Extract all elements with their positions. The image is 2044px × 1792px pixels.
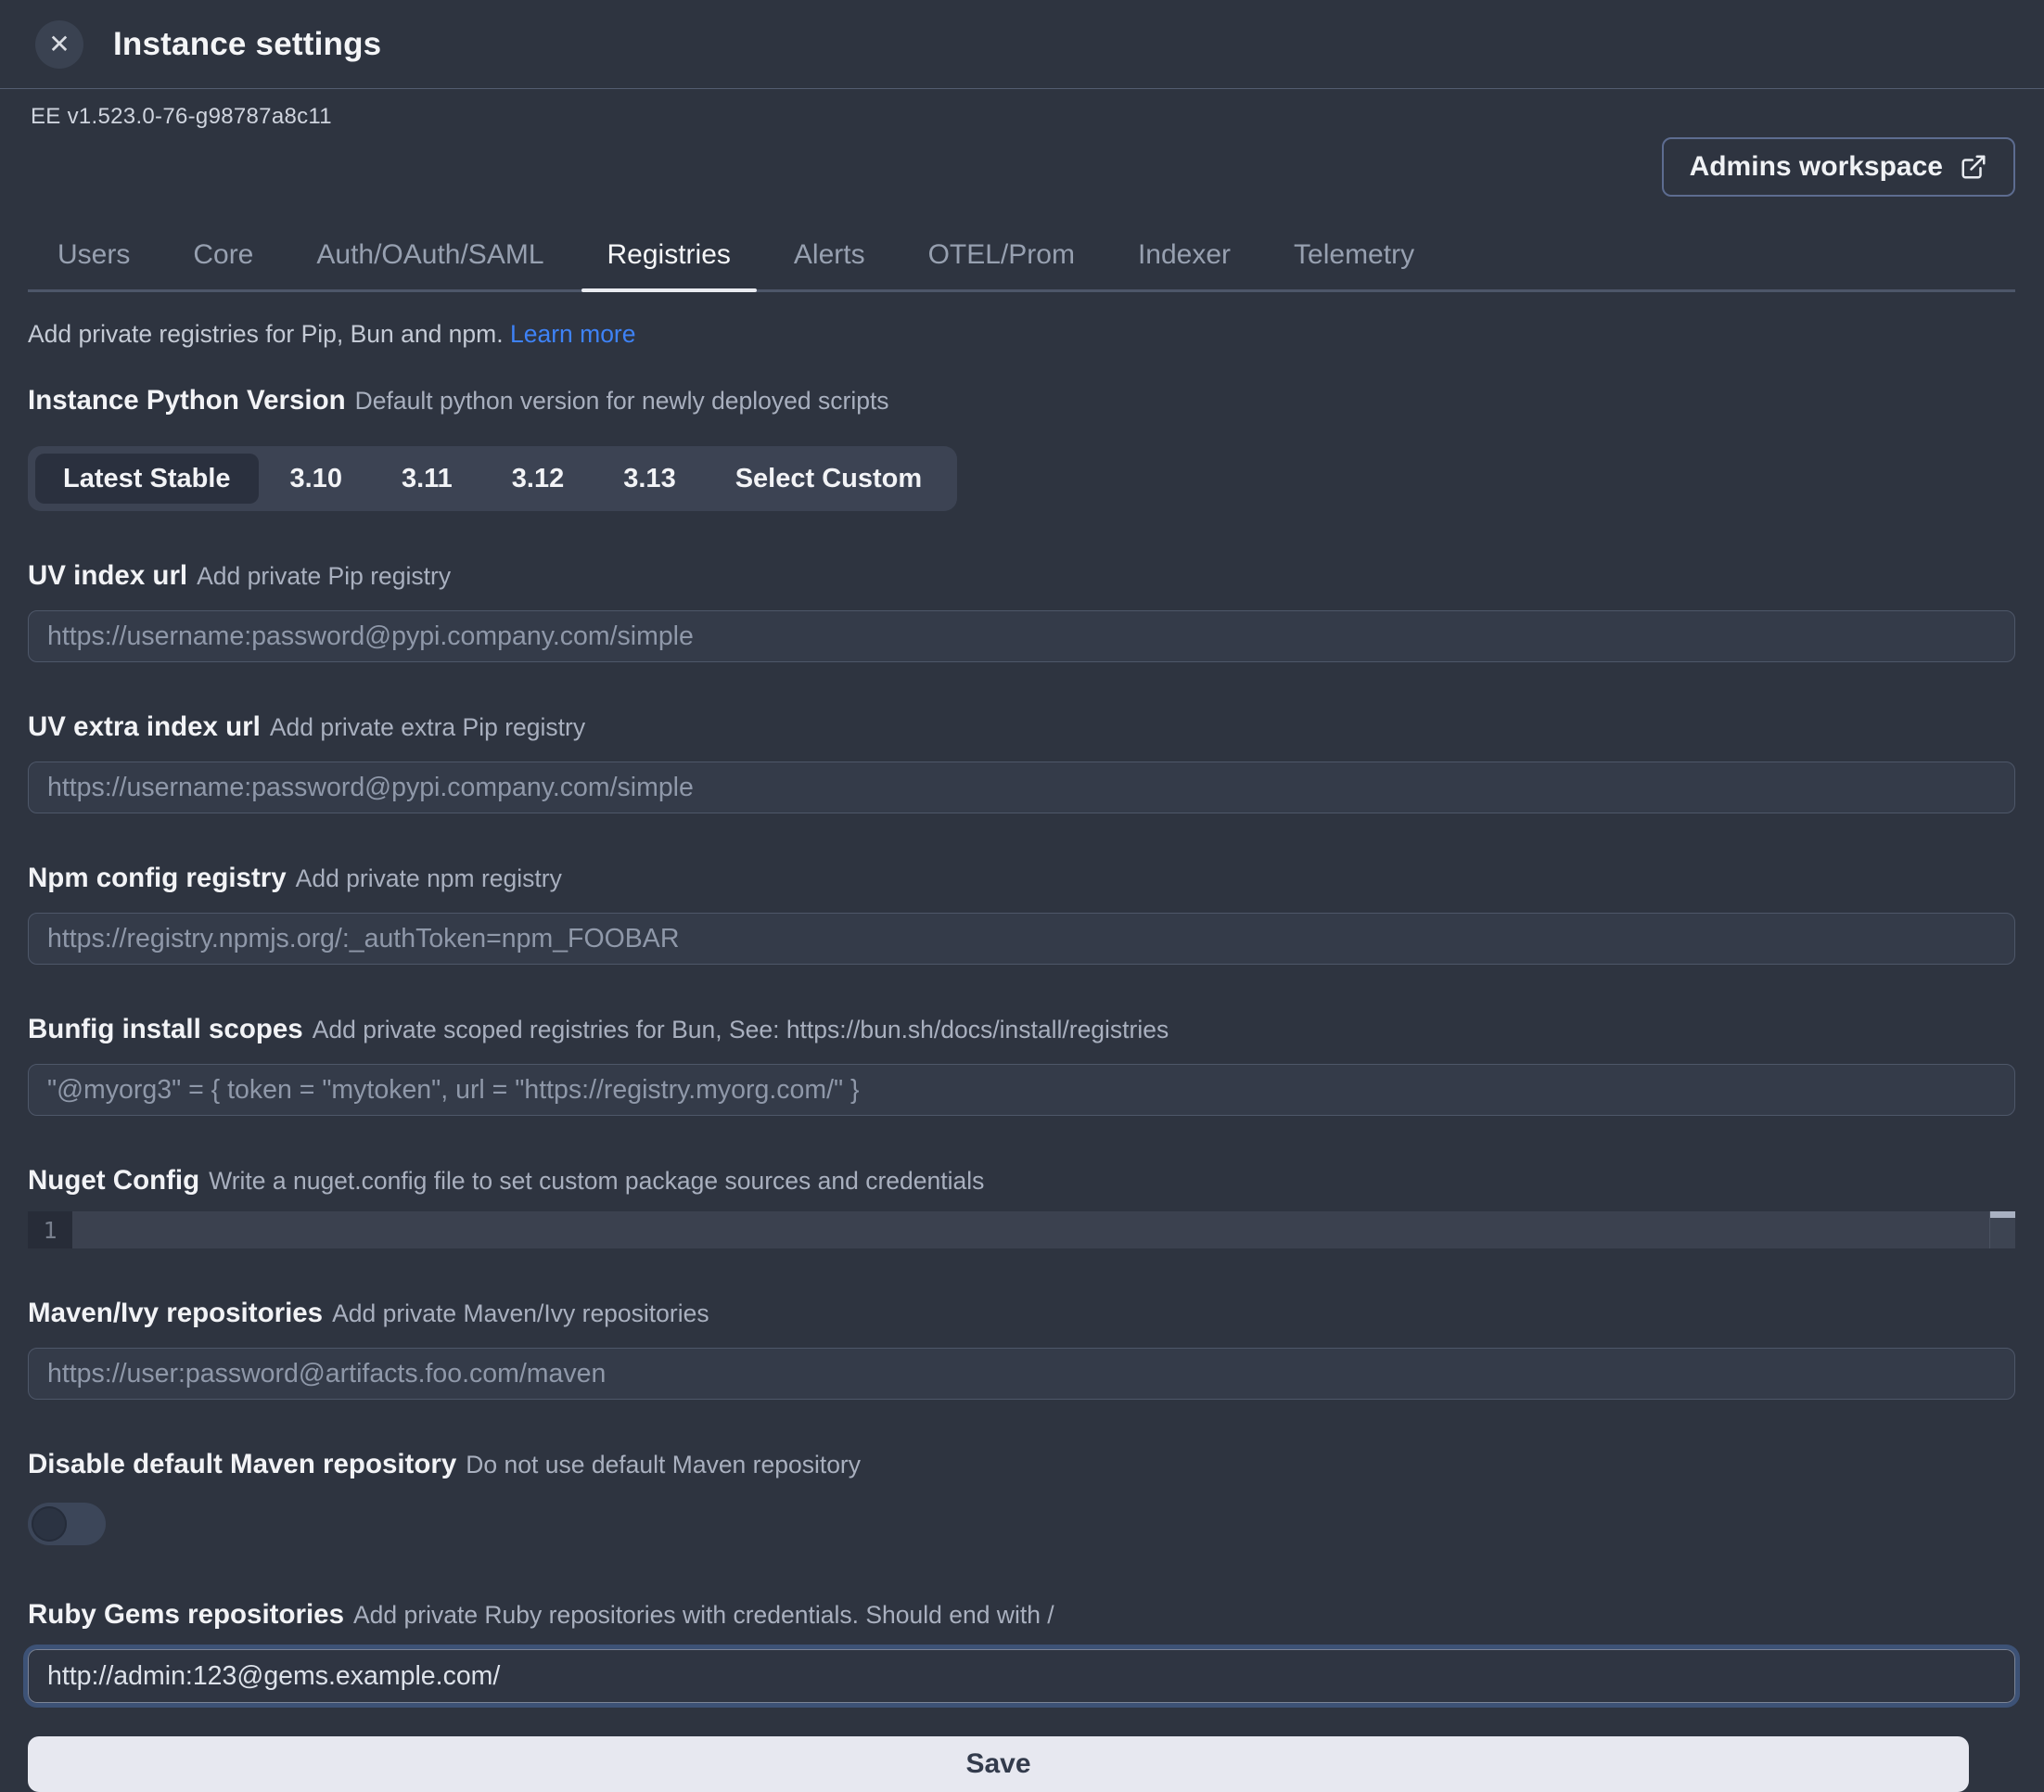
field-uv-extra-index-url: UV extra index url Add private extra Pip … bbox=[28, 710, 2015, 813]
tab-users[interactable]: Users bbox=[32, 228, 156, 289]
maven-ivy-repositories-input[interactable] bbox=[28, 1348, 2015, 1400]
bunfig-install-scopes-input[interactable] bbox=[28, 1064, 2015, 1116]
tab-indexer[interactable]: Indexer bbox=[1112, 228, 1257, 289]
nuget-config-description: Write a nuget.config file to set custom … bbox=[209, 1167, 984, 1195]
save-button[interactable]: Save bbox=[28, 1736, 1969, 1792]
python-version-section: Instance Python Version Default python ve… bbox=[28, 384, 2015, 511]
nuget-config-label: Nuget Config bbox=[28, 1165, 199, 1196]
tab-auth-oauth-saml[interactable]: Auth/OAuth/SAML bbox=[290, 228, 569, 289]
uv-extra-index-url-label: UV extra index url bbox=[28, 711, 261, 742]
python-option-3-13[interactable]: 3.13 bbox=[595, 454, 703, 504]
admins-workspace-button[interactable]: Admins workspace bbox=[1662, 137, 2015, 197]
python-option-3-10[interactable]: 3.10 bbox=[262, 454, 370, 504]
field-bunfig-install-scopes: Bunfig install scopes Add private scoped … bbox=[28, 1013, 2015, 1116]
editor-line-number: 1 bbox=[28, 1211, 72, 1248]
tab-telemetry[interactable]: Telemetry bbox=[1268, 228, 1440, 289]
field-npm-config-registry: Npm config registry Add private npm regis… bbox=[28, 862, 2015, 965]
npm-config-registry-input[interactable] bbox=[28, 913, 2015, 965]
python-option-latest-stable[interactable]: Latest Stable bbox=[35, 454, 259, 504]
intro-note: Add private registries for Pip, Bun and … bbox=[28, 320, 2015, 349]
intro-text: Add private registries for Pip, Bun and … bbox=[28, 320, 504, 348]
tab-core[interactable]: Core bbox=[167, 228, 279, 289]
page-title: Instance settings bbox=[113, 26, 381, 63]
top-bar: ✕ Instance settings bbox=[0, 0, 2044, 89]
uv-extra-index-url-description: Add private extra Pip registry bbox=[270, 713, 585, 741]
tab-otel-prom[interactable]: OTEL/Prom bbox=[902, 228, 1101, 289]
ruby-gems-repositories-input[interactable] bbox=[28, 1649, 2015, 1703]
field-uv-index-url: UV index url Add private Pip registry bbox=[28, 559, 2015, 662]
ruby-gems-repositories-label: Ruby Gems repositories bbox=[28, 1599, 344, 1630]
npm-config-registry-description: Add private npm registry bbox=[296, 864, 562, 892]
admins-workspace-row: Admins workspace bbox=[28, 137, 2015, 197]
uv-index-url-description: Add private Pip registry bbox=[197, 562, 451, 590]
python-option-select-custom[interactable]: Select Custom bbox=[708, 454, 950, 504]
maven-ivy-repositories-description: Add private Maven/Ivy repositories bbox=[332, 1299, 709, 1327]
tab-registries[interactable]: Registries bbox=[581, 228, 757, 289]
field-disable-default-maven: Disable default Maven repository Do not u… bbox=[28, 1448, 2015, 1550]
python-version-title: Instance Python Version bbox=[28, 385, 346, 416]
disable-default-maven-toggle[interactable] bbox=[28, 1503, 106, 1545]
external-link-icon bbox=[1960, 153, 1987, 181]
python-version-description: Default python version for newly deploye… bbox=[355, 387, 889, 415]
python-version-header: Instance Python Version Default python ve… bbox=[28, 384, 2015, 422]
field-maven-ivy-repositories: Maven/Ivy repositories Add private Maven/… bbox=[28, 1297, 2015, 1400]
npm-config-registry-label: Npm config registry bbox=[28, 863, 287, 893]
python-option-3-12[interactable]: 3.12 bbox=[484, 454, 592, 504]
nuget-config-code-editor[interactable]: 1 bbox=[28, 1211, 2015, 1248]
uv-index-url-label: UV index url bbox=[28, 560, 187, 591]
toggle-knob bbox=[32, 1506, 67, 1542]
editor-minimap bbox=[1989, 1211, 2015, 1248]
bunfig-install-scopes-description: Add private scoped registries for Bun, S… bbox=[313, 1016, 1169, 1043]
clipped-scrolled-heading: Windmill bbox=[31, 89, 133, 96]
bunfig-install-scopes-label: Bunfig install scopes bbox=[28, 1014, 303, 1044]
editor-code-area[interactable] bbox=[72, 1211, 1989, 1248]
close-button[interactable]: ✕ bbox=[35, 20, 83, 69]
close-icon: ✕ bbox=[48, 32, 70, 58]
learn-more-link[interactable]: Learn more bbox=[510, 320, 636, 348]
ruby-gems-repositories-description: Add private Ruby repositories with crede… bbox=[353, 1601, 1054, 1629]
python-version-selector: Latest Stable 3.10 3.11 3.12 3.13 Select… bbox=[28, 446, 957, 511]
clipped-heading-text: Windmill bbox=[31, 89, 133, 92]
uv-index-url-input[interactable] bbox=[28, 610, 2015, 662]
uv-extra-index-url-input[interactable] bbox=[28, 762, 2015, 813]
tab-bar: Users Core Auth/OAuth/SAML Registries Al… bbox=[28, 228, 2015, 292]
settings-panel: Windmill EE v1.523.0-76-g98787a8c11 Admi… bbox=[0, 89, 2044, 1792]
field-ruby-gems-repositories: Ruby Gems repositories Add private Ruby r… bbox=[28, 1598, 2015, 1703]
python-option-3-11[interactable]: 3.11 bbox=[374, 454, 480, 504]
maven-ivy-repositories-label: Maven/Ivy repositories bbox=[28, 1298, 323, 1328]
editor-minimap-slider[interactable] bbox=[1990, 1211, 2015, 1218]
admins-workspace-label: Admins workspace bbox=[1690, 151, 1943, 183]
field-nuget-config: Nuget Config Write a nuget.config file to… bbox=[28, 1164, 2015, 1248]
tab-alerts[interactable]: Alerts bbox=[768, 228, 891, 289]
disable-default-maven-description: Do not use default Maven repository bbox=[466, 1451, 861, 1478]
version-label: EE v1.523.0-76-g98787a8c11 bbox=[31, 104, 2015, 130]
disable-default-maven-label: Disable default Maven repository bbox=[28, 1449, 456, 1479]
